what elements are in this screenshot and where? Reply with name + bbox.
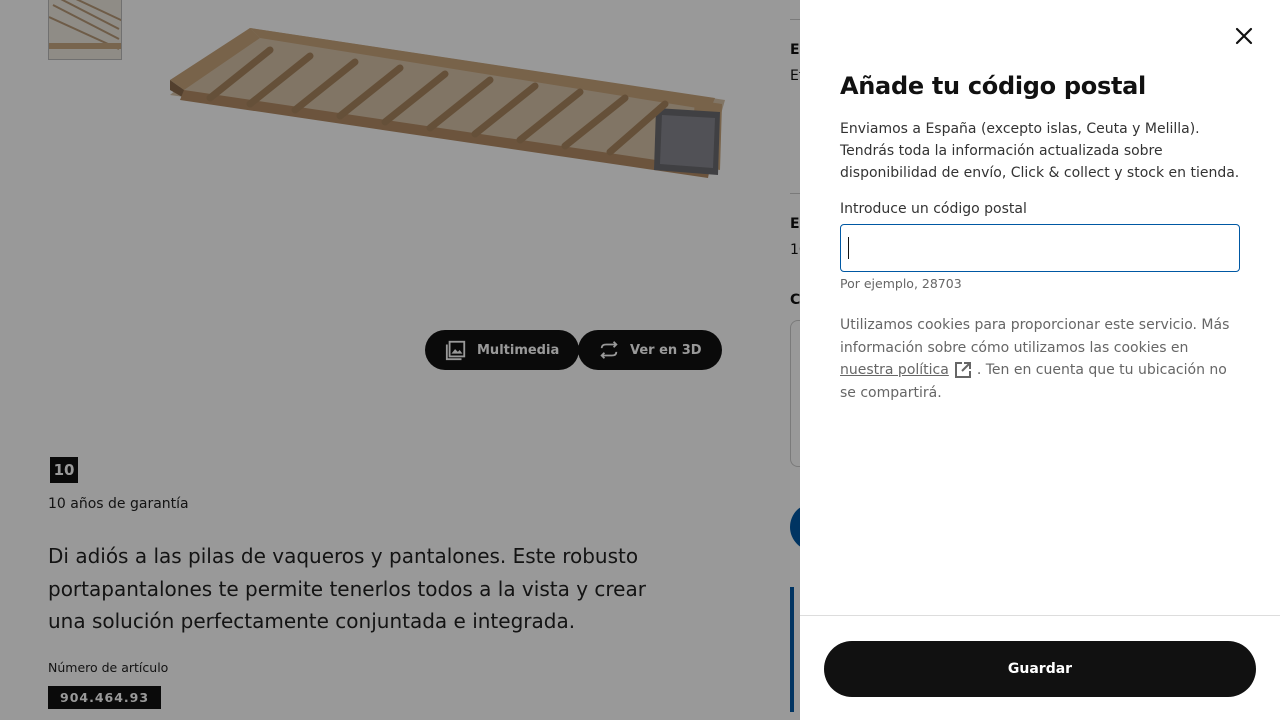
modal-title: Añade tu código postal (840, 72, 1146, 100)
modal-backdrop[interactable] (0, 0, 800, 720)
cookies-notice: Utilizamos cookies para proporcionar est… (840, 314, 1240, 404)
postal-code-hint: Por ejemplo, 28703 (840, 276, 962, 291)
close-icon (1235, 27, 1253, 45)
postal-code-input[interactable] (840, 224, 1240, 272)
modal-footer: Guardar (800, 615, 1280, 720)
text-cursor (848, 237, 849, 259)
close-button[interactable] (1228, 20, 1260, 52)
save-button[interactable]: Guardar (824, 641, 1256, 697)
modal-intro: Enviamos a España (excepto islas, Ceuta … (840, 121, 1240, 181)
postal-code-label: Introduce un código postal (840, 201, 1027, 217)
cookies-text-before: Utilizamos cookies para proporcionar est… (840, 317, 1230, 356)
postal-code-modal: Añade tu código postal Enviamos a España… (800, 0, 1280, 720)
privacy-policy-link[interactable]: nuestra política (840, 362, 949, 378)
external-link-icon (954, 362, 971, 378)
